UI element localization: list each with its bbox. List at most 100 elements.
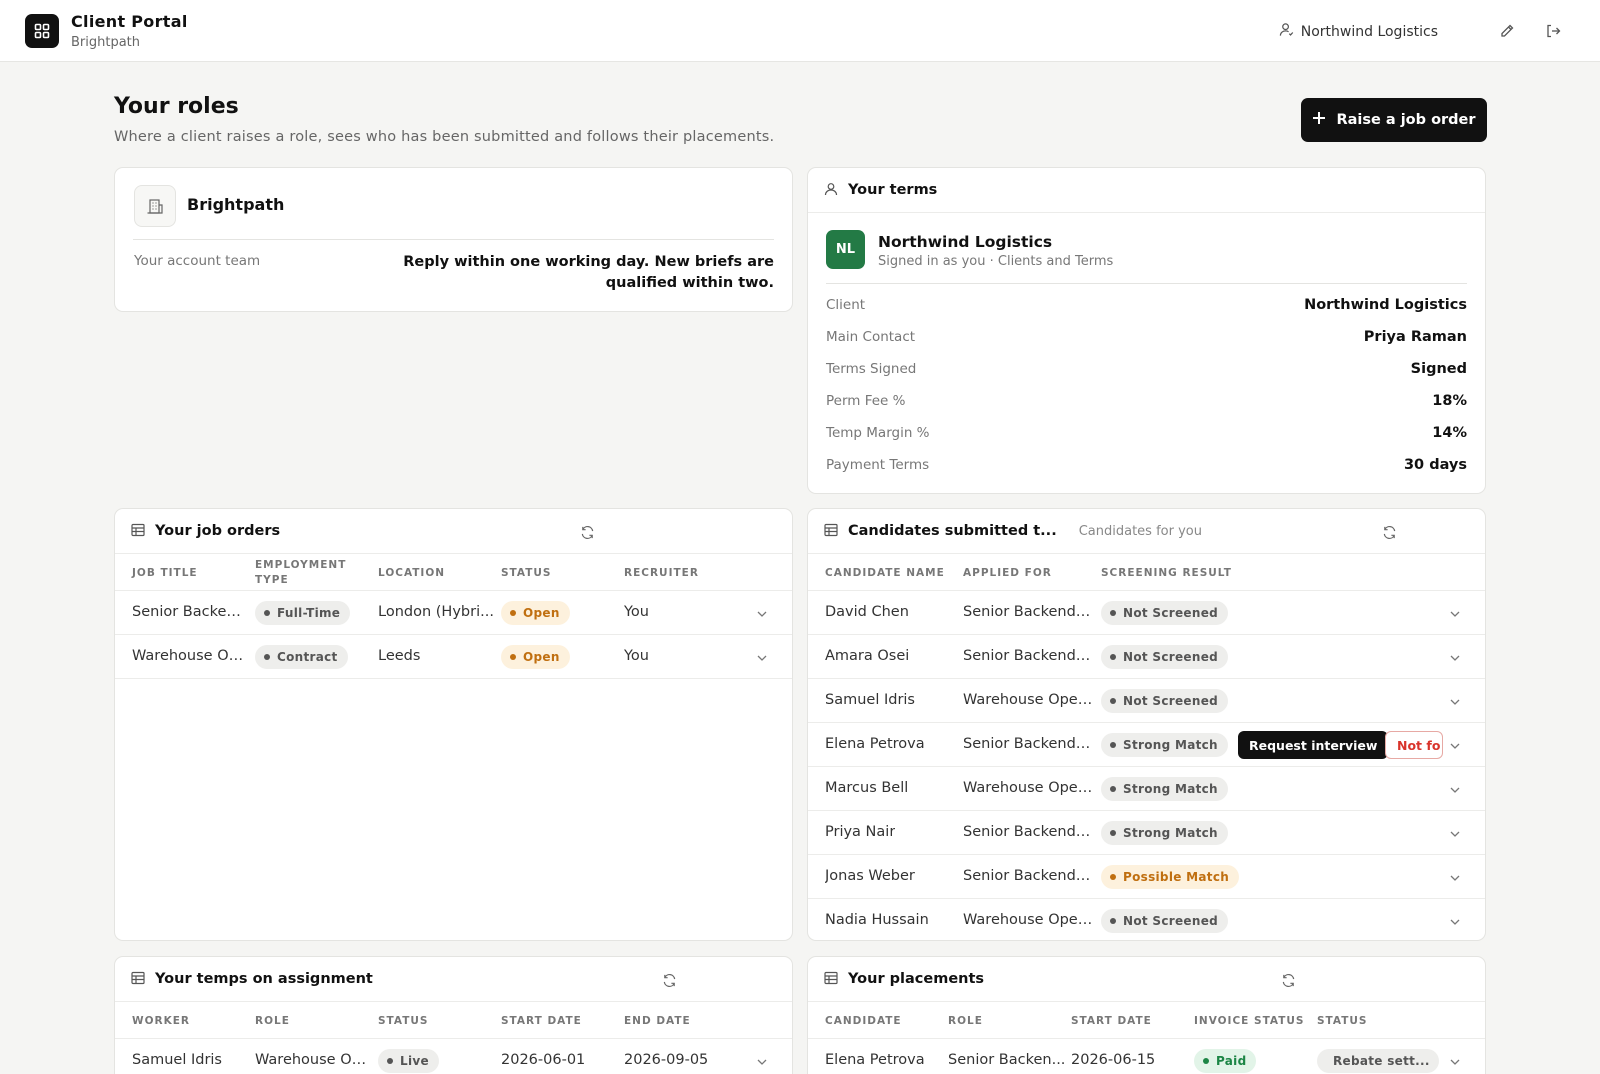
cell-recruiter: You (624, 648, 649, 664)
refresh-icon[interactable] (1279, 971, 1297, 989)
table-row[interactable]: Samuel Idris Warehouse Op... Live 2026-0… (115, 1039, 792, 1074)
table-row[interactable]: Elena Petrova Senior Backend ... Strong … (808, 723, 1485, 767)
terms-value-payment-terms: 30 days (1403, 457, 1467, 473)
cell-candidate-name: Amara Osei (825, 648, 910, 664)
company-avatar: NL (826, 230, 865, 269)
terms-value-client: Northwind Logistics (1304, 297, 1467, 313)
app-logo-icon (25, 14, 59, 48)
terms-divider (826, 283, 1467, 284)
app-subtitle: Brightpath (71, 35, 141, 50)
col-start-date: Start Date (501, 1015, 582, 1027)
chevron-down-icon[interactable] (1448, 782, 1462, 796)
candidates-header-row: Candidate Name Applied For Screening Res… (808, 554, 1485, 591)
request-interview-button[interactable]: Request interview (1238, 731, 1389, 759)
user-name: Northwind Logistics (1300, 23, 1438, 40)
cell-candidate-name: Samuel Idris (825, 692, 915, 708)
cell-candidate-name: Nadia Hussain (825, 912, 929, 928)
chevron-down-icon[interactable] (1448, 738, 1462, 752)
account-team-label: Your account team (134, 253, 261, 269)
cell-applied-for: Senior Backend ... (963, 868, 1093, 884)
terms-signed-in: Signed in as you · Clients and Terms (878, 254, 1114, 269)
col-start-date: Start Date (1071, 1015, 1152, 1027)
screening-badge: Not Screened (1101, 909, 1229, 933)
chevron-down-icon[interactable] (755, 606, 769, 620)
temps-header-row: Worker Role Status Start Date End Date (115, 1002, 792, 1039)
table-row[interactable]: David Chen Senior Backend ... Not Screen… (808, 591, 1485, 635)
cell-recruiter: You (624, 604, 649, 620)
building-icon (134, 185, 176, 227)
refresh-icon[interactable] (578, 523, 596, 541)
cell-end-date: 2026-09-05 (624, 1052, 709, 1068)
screening-badge: Possible Match (1101, 865, 1240, 889)
terms-value-terms-signed: Signed (1410, 361, 1467, 377)
terms-card-header: Your terms (808, 168, 1485, 213)
col-end-date: End Date (624, 1015, 691, 1027)
job-orders-card: Your job orders Job Title Employment Typ… (114, 508, 793, 941)
table-row[interactable]: Marcus Bell Warehouse Oper... Strong Mat… (808, 767, 1485, 811)
terms-label-main-contact: Main Contact (826, 329, 916, 345)
cell-candidate-name: David Chen (825, 604, 909, 620)
cell-candidate-name: Jonas Weber (825, 868, 915, 884)
chevron-down-icon[interactable] (1448, 914, 1462, 928)
temps-title: Your temps on assignment (155, 971, 373, 987)
status-badge: Rebate sett... (1317, 1049, 1439, 1073)
cell-role: Warehouse Op... (255, 1052, 373, 1068)
table-row[interactable]: Priya Nair Senior Backend ... Strong Mat… (808, 811, 1485, 855)
chevron-down-icon[interactable] (755, 650, 769, 664)
cell-job-title: Senior Backen... (132, 604, 248, 620)
cell-role: Senior Backen... (948, 1052, 1066, 1068)
placements-title: Your placements (848, 971, 985, 987)
table-row[interactable]: Nadia Hussain Warehouse Oper... Not Scre… (808, 899, 1485, 940)
cell-location: London (Hybri... (378, 604, 494, 620)
not-for-us-button[interactable]: Not fo (1385, 731, 1443, 759)
cell-candidate-name: Marcus Bell (825, 780, 909, 796)
col-screening-result: Screening Result (1101, 567, 1232, 579)
chevron-down-icon[interactable] (1448, 870, 1462, 884)
candidates-hint: Candidates for you (1078, 523, 1202, 539)
table-row[interactable]: Samuel Idris Warehouse Oper... Not Scree… (808, 679, 1485, 723)
cell-applied-for: Senior Backend ... (963, 736, 1093, 752)
chevron-down-icon[interactable] (1448, 606, 1462, 620)
chevron-down-icon[interactable] (755, 1054, 769, 1068)
logout-icon[interactable] (1543, 21, 1563, 41)
terms-value-main-contact: Priya Raman (1363, 329, 1467, 345)
user-menu[interactable]: Northwind Logistics (1279, 22, 1438, 41)
table-row[interactable]: Senior Backen... Full-Time London (Hybri… (115, 591, 792, 635)
edit-icon[interactable] (1497, 21, 1517, 41)
cell-candidate-name: Elena Petrova (825, 736, 925, 752)
chevron-down-icon[interactable] (1448, 1054, 1462, 1068)
cell-location: Leeds (378, 648, 421, 664)
table-row[interactable]: Warehouse Op... Contract Leeds Open You (115, 635, 792, 679)
screening-badge: Not Screened (1101, 601, 1229, 625)
chevron-down-icon[interactable] (1448, 694, 1462, 708)
cell-applied-for: Senior Backend ... (963, 604, 1093, 620)
col-worker: Worker (132, 1015, 190, 1027)
chevron-down-icon[interactable] (1448, 650, 1462, 664)
cell-applied-for: Warehouse Oper... (963, 912, 1093, 928)
status-badge: Open (501, 645, 570, 669)
candidates-title: Candidates submitted t... (848, 523, 1057, 539)
placements-header-row: Candidate Role Start Date Invoice Status… (808, 1002, 1485, 1039)
app-title: Client Portal (71, 12, 188, 31)
col-status: Status (501, 567, 552, 579)
raise-job-order-label: Raise a job order (1336, 112, 1476, 128)
person-icon (824, 181, 838, 200)
table-row[interactable]: Amara Osei Senior Backend ... Not Screen… (808, 635, 1485, 679)
user-icon (1279, 22, 1294, 41)
employment-type-badge: Full-Time (255, 601, 351, 625)
screening-badge: Strong Match (1101, 777, 1228, 801)
table-row[interactable]: Elena Petrova Senior Backen... 2026-06-1… (808, 1039, 1485, 1074)
table-row[interactable]: Jonas Weber Senior Backend ... Possible … (808, 855, 1485, 899)
terms-company: Northwind Logistics (878, 233, 1053, 251)
raise-job-order-button[interactable]: Raise a job order (1301, 98, 1487, 142)
col-employment-type: Employment Type (255, 559, 347, 586)
refresh-icon[interactable] (1380, 523, 1398, 541)
cell-applied-for: Warehouse Oper... (963, 780, 1093, 796)
refresh-icon[interactable] (660, 971, 678, 989)
temps-card: Your temps on assignment Worker Role Sta… (114, 956, 793, 1074)
job-orders-title: Your job orders (155, 523, 281, 539)
col-applied-for: Applied For (963, 567, 1052, 579)
col-location: Location (378, 567, 446, 579)
col-candidate-name: Candidate Name (825, 567, 945, 579)
chevron-down-icon[interactable] (1448, 826, 1462, 840)
